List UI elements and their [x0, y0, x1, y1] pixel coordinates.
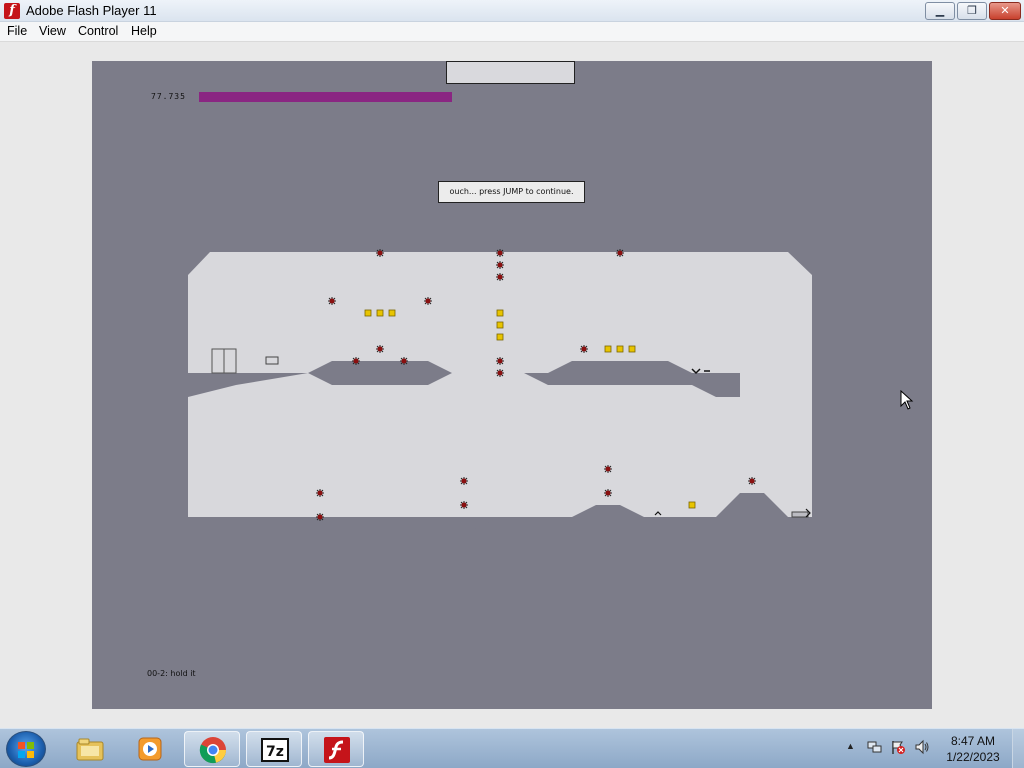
gold-piece [496, 333, 504, 341]
volume-icon[interactable] [914, 739, 930, 755]
mine [580, 345, 588, 353]
mine [316, 489, 324, 497]
show-desktop-button[interactable] [1012, 729, 1024, 768]
launch-pad [791, 511, 809, 518]
maximize-button[interactable]: ❐ [957, 2, 987, 20]
taskbar-7zip-button[interactable]: 7z [246, 731, 302, 767]
explorer-icon [76, 738, 104, 761]
level-name-box [446, 61, 575, 84]
clock-date[interactable]: 1/22/2023 [940, 750, 1006, 764]
game-stage[interactable]: 77.735 ouch... press JUMP to continue. 0… [92, 61, 932, 709]
mine [460, 501, 468, 509]
gold-piece [688, 501, 696, 509]
close-button[interactable]: ✕ [989, 2, 1021, 20]
mine [604, 489, 612, 497]
flash-player-icon: f [4, 3, 20, 19]
floor-pit [428, 517, 500, 529]
exit-switch [265, 356, 279, 365]
time-bar [199, 92, 465, 102]
title-bar: f Adobe Flash Player 11 ▁ ❐ ✕ [0, 0, 1024, 22]
level-label: 00-2: hold it [147, 669, 196, 678]
mine [316, 513, 324, 521]
gold-piece [496, 321, 504, 329]
mine [748, 477, 756, 485]
svg-text:7z: 7z [266, 744, 284, 760]
mine [496, 261, 504, 269]
minimize-icon: ▁ [935, 4, 945, 17]
mine [460, 477, 468, 485]
menu-bar: File View Control Help [0, 22, 1024, 42]
taskbar-explorer-button[interactable] [62, 731, 118, 767]
mine [604, 465, 612, 473]
mine [352, 357, 360, 365]
mine [376, 345, 384, 353]
score-display: 77.735 [151, 92, 186, 101]
mine [496, 357, 504, 365]
gold-piece [616, 345, 624, 353]
death-message: ouch... press JUMP to continue. [438, 181, 585, 203]
gold-piece [628, 345, 636, 353]
gold-piece [388, 309, 396, 317]
level-map [188, 249, 812, 540]
menu-view[interactable]: View [39, 24, 66, 38]
gold-piece [376, 309, 384, 317]
show-hidden-icons-button[interactable]: ▲ [846, 741, 855, 751]
gold-piece [364, 309, 372, 317]
minimize-button[interactable]: ▁ [925, 2, 955, 20]
clock-time[interactable]: 8:47 AM [940, 734, 1006, 748]
restore-icon: ❐ [967, 4, 977, 17]
gold-piece [496, 309, 504, 317]
mine [496, 273, 504, 281]
chrome-icon [199, 737, 226, 764]
taskbar-media-button[interactable] [122, 731, 178, 767]
gold-piece [604, 345, 612, 353]
mine [328, 297, 336, 305]
menu-control[interactable]: Control [78, 24, 118, 38]
mine [496, 249, 504, 257]
taskbar: 7z ▲ 8:47 AM 1/22/2023 [0, 728, 1024, 768]
mine [616, 249, 624, 257]
menu-file[interactable]: File [7, 24, 27, 38]
mine [400, 357, 408, 365]
flash-player-icon [324, 737, 350, 763]
mine [424, 297, 432, 305]
windows-start-icon [17, 741, 35, 759]
mine [376, 249, 384, 257]
media-player-icon [138, 737, 162, 761]
taskbar-flash-button[interactable] [308, 731, 364, 767]
start-button[interactable] [6, 731, 46, 767]
taskbar-chrome-button[interactable] [184, 731, 240, 767]
mine [496, 369, 504, 377]
network-icon[interactable] [866, 739, 882, 755]
action-center-flag-icon[interactable] [890, 739, 906, 755]
window-title: Adobe Flash Player 11 [26, 3, 157, 18]
7zip-icon: 7z [261, 738, 289, 762]
menu-help[interactable]: Help [131, 24, 157, 38]
mouse-cursor-icon [900, 390, 914, 410]
close-icon: ✕ [1000, 4, 1010, 17]
time-bar-fill [199, 92, 452, 102]
